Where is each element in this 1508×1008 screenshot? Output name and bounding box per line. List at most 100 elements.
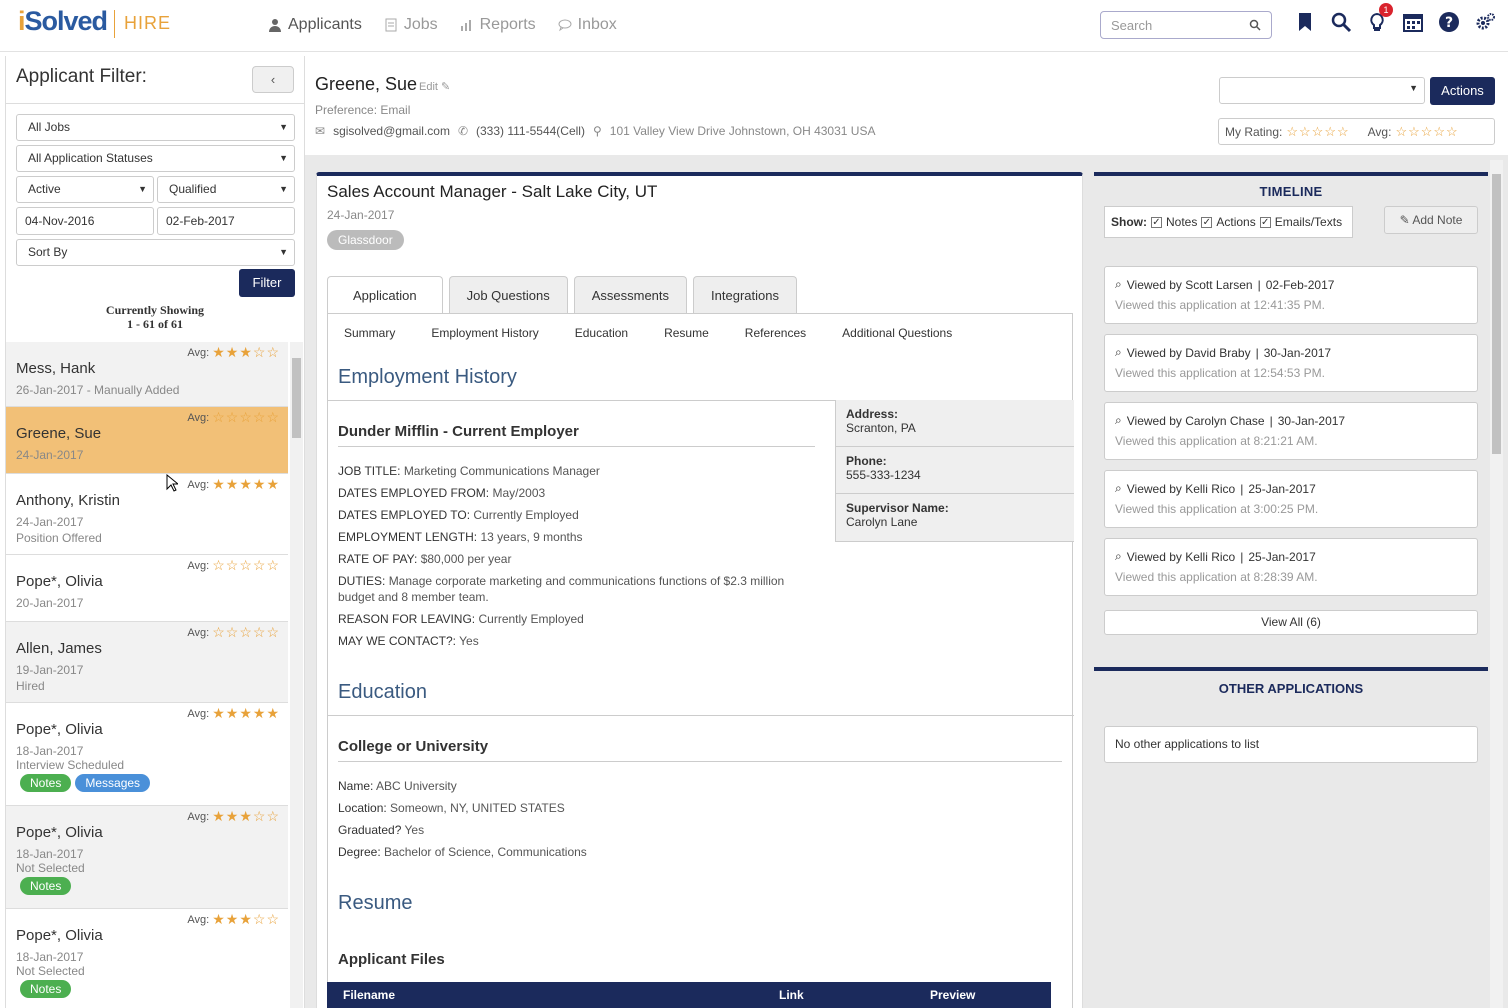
tab-job-questions[interactable]: Job Questions bbox=[448, 276, 568, 313]
scrollbar-thumb[interactable] bbox=[292, 358, 301, 438]
nav-reports[interactable]: Reports bbox=[460, 16, 536, 34]
notes-pill[interactable]: Notes bbox=[20, 980, 72, 998]
dropdown-caret-icon: ▼ bbox=[1409, 83, 1418, 93]
field-value: Someown, NY, UNITED STATES bbox=[390, 801, 565, 815]
add-note-button[interactable]: ✎ Add Note bbox=[1384, 206, 1478, 234]
map-pin-icon: ⚲ bbox=[592, 124, 602, 138]
scrollbar-thumb[interactable] bbox=[1492, 174, 1501, 454]
separator: | bbox=[1240, 481, 1244, 496]
nav-applicants[interactable]: Applicants bbox=[268, 16, 362, 34]
education-field: Graduated? Yes bbox=[338, 822, 1058, 838]
applicant-card[interactable]: Avg: ★★★☆☆ Pope*, Olivia 18-Jan-2017 Not … bbox=[6, 806, 288, 909]
timeline-panel: TIMELINE Show: ✓ Notes ✓ Actions ✓ Emails/T… bbox=[1094, 172, 1488, 652]
search-input[interactable]: Search bbox=[1100, 11, 1272, 39]
actions-checkbox[interactable]: ✓ bbox=[1201, 216, 1213, 228]
dropdown-caret-icon: ▼ bbox=[279, 247, 288, 257]
sort-by-select[interactable]: Sort By ▼ bbox=[16, 239, 295, 266]
divider bbox=[338, 761, 1062, 762]
avg-rating: Avg: ★★★★★ bbox=[187, 476, 280, 493]
applicant-card[interactable]: Avg: ☆☆☆☆☆ Pope*, Olivia 20-Jan-2017 bbox=[6, 555, 288, 622]
applicant-list-scrollbar[interactable] bbox=[290, 342, 303, 1008]
search-icon: ⌕ bbox=[1115, 549, 1122, 563]
education-field: Name: ABC University bbox=[338, 778, 1058, 794]
magnifier-icon[interactable] bbox=[1330, 11, 1352, 35]
messages-pill[interactable]: Messages bbox=[75, 774, 151, 792]
rating-box: My Rating: ☆☆☆☆☆ Avg: ☆☆☆☆☆ bbox=[1218, 118, 1495, 145]
phone-icon: ✆ bbox=[457, 124, 469, 138]
education-heading: Education bbox=[338, 681, 427, 703]
link-summary[interactable]: Summary bbox=[344, 326, 395, 340]
lightbulb-icon[interactable]: 1 bbox=[1366, 3, 1393, 35]
field-value: Currently Employed bbox=[473, 508, 579, 522]
search-icon: ⌕ bbox=[1115, 481, 1122, 495]
notification-badge: 1 bbox=[1379, 3, 1393, 17]
action-select[interactable]: ▼ bbox=[1219, 77, 1425, 104]
collapse-sidebar-button[interactable]: ‹ bbox=[252, 66, 294, 93]
applicant-card[interactable]: Avg: ★★★★★ Pope*, Olivia 18-Jan-2017 Inte… bbox=[6, 703, 288, 806]
bar-chart-icon bbox=[460, 20, 471, 31]
page-scrollbar[interactable] bbox=[1490, 160, 1503, 1008]
dropdown-caret-icon: ▼ bbox=[279, 153, 288, 163]
pencil-icon: ✎ bbox=[441, 81, 451, 93]
employer-phone: Phone: 555-333-1234 bbox=[836, 447, 1074, 494]
applicant-card-selected[interactable]: Avg: ☆☆☆☆☆ Greene, Sue 24-Jan-2017 bbox=[6, 407, 288, 474]
tab-application[interactable]: Application bbox=[327, 276, 443, 314]
logo-divider bbox=[114, 10, 115, 38]
active-filter-value: Active bbox=[28, 182, 61, 196]
help-icon[interactable]: ? bbox=[1438, 11, 1460, 35]
showing-range: 1 - 61 of 61 bbox=[127, 317, 183, 331]
applicant-phone[interactable]: (333) 111-5544(Cell) bbox=[476, 124, 585, 138]
filter-button[interactable]: Filter bbox=[239, 269, 295, 297]
active-filter-select[interactable]: Active ▼ bbox=[16, 176, 154, 203]
view-date: 25-Jan-2017 bbox=[1248, 481, 1316, 496]
link-employment-history[interactable]: Employment History bbox=[431, 326, 538, 340]
calendar-icon[interactable] bbox=[1402, 11, 1424, 35]
date-from-input[interactable]: 04-Nov-2016 bbox=[16, 207, 154, 235]
link-resume[interactable]: Resume bbox=[664, 326, 709, 340]
top-navbar: iSolved HIRE Applicants Jobs Reports Inb… bbox=[0, 0, 1508, 52]
nav-jobs[interactable]: Jobs bbox=[384, 16, 438, 34]
settings-gears-icon[interactable] bbox=[1474, 11, 1496, 35]
applicant-date: 18-Jan-2017 bbox=[16, 950, 84, 964]
qualified-filter-select[interactable]: Qualified ▼ bbox=[157, 176, 295, 203]
applicant-card[interactable]: Avg: ★★★☆☆ Mess, Hank 26-Jan-2017 - Manua… bbox=[6, 342, 288, 407]
applicant-card[interactable]: Avg: ★★★★★ Anthony, Kristin 24-Jan-2017 P… bbox=[6, 474, 288, 555]
view-date: 02-Feb-2017 bbox=[1265, 277, 1335, 292]
job-filter-select[interactable]: All Jobs ▼ bbox=[16, 114, 295, 141]
link-education[interactable]: Education bbox=[575, 326, 628, 340]
my-rating-stars[interactable]: ☆☆☆☆☆ bbox=[1286, 124, 1349, 140]
date-to-input[interactable]: 02-Feb-2017 bbox=[157, 207, 295, 235]
emails-texts-checkbox[interactable]: ✓ bbox=[1259, 216, 1271, 228]
view-all-button[interactable]: View All (6) bbox=[1104, 610, 1478, 635]
edit-applicant-link[interactable]: Edit ✎ bbox=[419, 80, 450, 93]
applicant-pills: Notes bbox=[6, 875, 288, 895]
nav-inbox[interactable]: Inbox bbox=[558, 16, 617, 34]
applicant-email[interactable]: sgisolved@gmail.com bbox=[333, 124, 450, 138]
view-detail: Viewed this application at 8:28:39 AM. bbox=[1115, 570, 1318, 584]
status-filter-select[interactable]: All Application Statuses ▼ bbox=[16, 145, 295, 172]
bookmark-icon[interactable] bbox=[1294, 11, 1316, 35]
separator: | bbox=[1269, 413, 1273, 428]
education-field: Degree: Bachelor of Science, Communicati… bbox=[338, 844, 1058, 860]
phone-value: 555-333-1234 bbox=[846, 468, 921, 482]
notes-pill[interactable]: Notes bbox=[20, 877, 72, 895]
tab-assessments[interactable]: Assessments bbox=[573, 276, 688, 313]
tab-integrations[interactable]: Integrations bbox=[693, 276, 797, 313]
field-value: $80,000 per year bbox=[420, 552, 512, 566]
applicant-card[interactable]: Avg: ☆☆☆☆☆ Allen, James 19-Jan-2017 Hired bbox=[6, 622, 288, 703]
applicant-pills: Notes bbox=[6, 978, 288, 998]
notes-pill[interactable]: Notes bbox=[20, 774, 72, 792]
isolved-logo[interactable]: iSolved bbox=[18, 6, 108, 37]
link-references[interactable]: References bbox=[745, 326, 806, 340]
field-value: May/2003 bbox=[492, 486, 546, 500]
field-label: Location: bbox=[338, 801, 387, 815]
applicant-card[interactable]: Avg: ★★★☆☆ Pope*, Olivia 18-Jan-2017 Not … bbox=[6, 909, 288, 1008]
nav-jobs-label: Jobs bbox=[403, 16, 438, 33]
notes-checkbox[interactable]: ✓ bbox=[1151, 216, 1162, 228]
link-additional-questions[interactable]: Additional Questions bbox=[842, 326, 952, 340]
main-nav: Applicants Jobs Reports Inbox bbox=[268, 16, 617, 34]
actions-button[interactable]: Actions bbox=[1430, 77, 1495, 105]
avg-label: Avg: bbox=[187, 559, 210, 572]
search-icon[interactable] bbox=[1249, 19, 1261, 31]
address-value: Scranton, PA bbox=[846, 421, 916, 435]
